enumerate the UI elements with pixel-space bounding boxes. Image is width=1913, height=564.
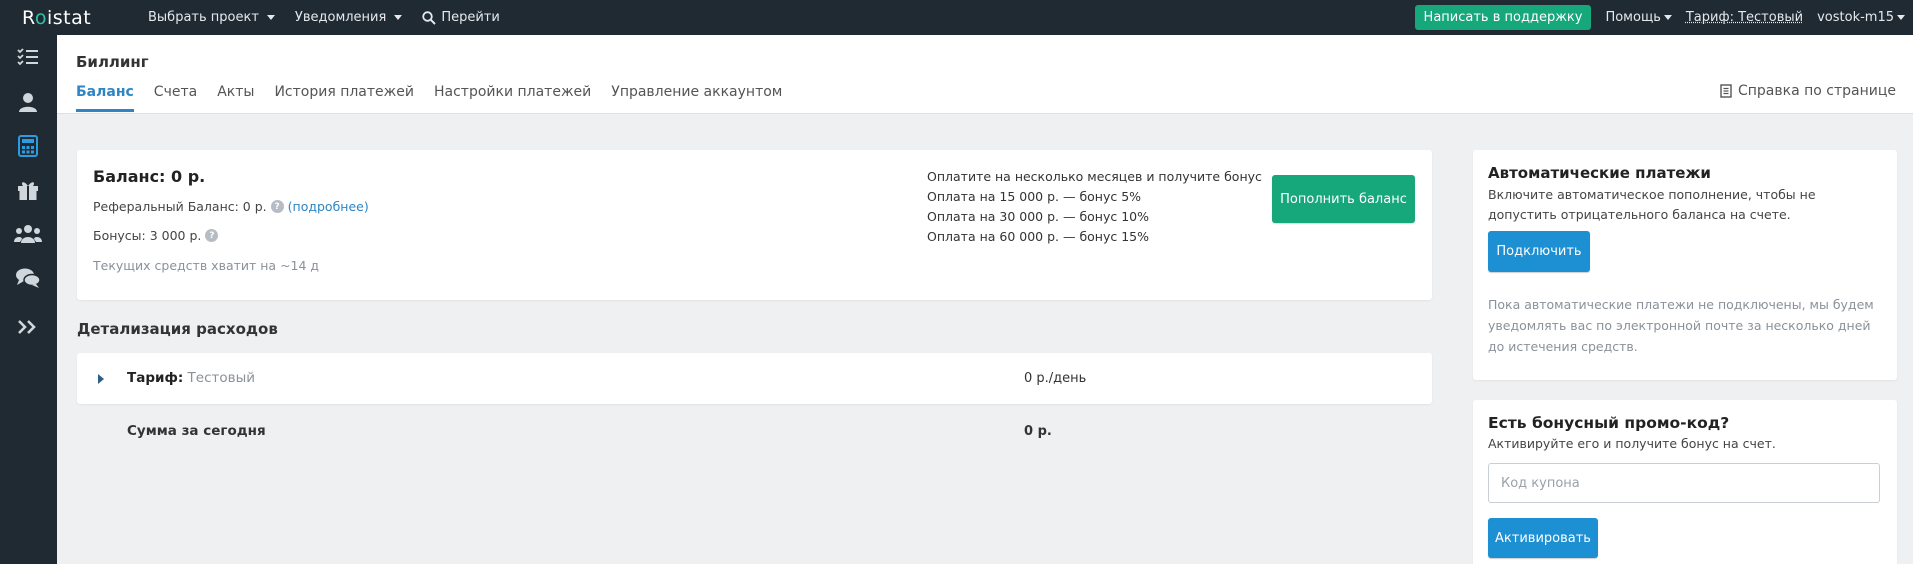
auto-payments-description: Включите автоматическое пополнение, чтоб… [1488,187,1816,222]
promo-description: Активируйте его и получите бонус на счет… [1488,436,1776,451]
coupon-input[interactable] [1488,463,1880,503]
tab-payment-history[interactable]: История платежей [274,84,414,112]
goto-search[interactable]: Перейти [422,10,500,25]
referral-more-link[interactable]: (подробнее) [288,199,369,214]
chevron-down-icon [266,15,275,20]
tab-acts[interactable]: Акты [217,84,254,112]
help-icon[interactable]: ? [205,229,219,242]
activate-button[interactable]: Активировать [1488,518,1598,558]
chevron-down-icon [1663,15,1672,20]
support-button[interactable]: Написать в поддержку [1414,5,1592,30]
gift-icon[interactable] [14,176,42,204]
tasks-icon[interactable] [14,43,42,71]
promo-title: Есть бонусный промо-код? [1488,414,1730,432]
page-help-label: Справка по странице [1737,83,1896,99]
topup-balance-button[interactable]: Пополнить баланс [1272,175,1415,223]
bonus-offer: Оплатите на несколько месяцев и получите… [927,167,1262,247]
chat-icon[interactable] [14,264,42,292]
bonus-offer-line: Оплата на 60 000 р. — бонус 15% [927,229,1150,244]
user-name: vostok-m15 [1817,10,1894,25]
auto-payments-note: Пока автоматические платежи не подключен… [1488,297,1874,354]
tariff-value: Тестовый [187,370,256,386]
help-icon[interactable]: ? [270,200,284,213]
tab-account-management[interactable]: Управление аккаунтом [611,84,782,112]
notifications-label: Уведомления [294,10,387,25]
select-project-menu[interactable]: Выбрать проект [148,10,275,25]
bonus-offer-line: Оплатите на несколько месяцев и получите… [927,169,1262,184]
chevron-down-icon [1897,15,1905,20]
auto-payments-title: Автоматические платежи [1488,164,1711,182]
bonus-offer-line: Оплата на 30 000 р. — бонус 10% [927,209,1150,224]
chevron-down-icon [394,15,403,20]
expense-row-tariff: Тариф: Тестовый 0 р./день [77,353,1432,404]
balance-card: Баланс: 0 р. Реферальный Баланс: 0 р. ? … [77,150,1432,300]
expenses-title: Детализация расходов [77,320,278,338]
page-help-link[interactable]: Справка по странице [1720,83,1896,99]
sum-today-label: Сумма за сегодня [127,423,266,439]
search-icon [422,10,437,25]
tariff-link[interactable]: Тариф: Тестовый [1686,10,1803,25]
referral-balance-row: Реферальный Баланс: 0 р. ? (подробнее) [93,199,369,214]
user-menu[interactable]: vostok-m15 [1817,10,1905,25]
tariff-amount: 0 р./день [1024,371,1087,386]
logo[interactable]: Roistat [22,7,91,29]
top-nav: Выбрать проект Уведомления Перейти [148,10,500,25]
help-menu[interactable]: Помощь [1605,10,1672,25]
bonuses-label: Бонусы: 3 000 р. [93,228,202,243]
sidebar [0,35,57,564]
caret-right-icon[interactable] [98,374,104,384]
expand-icon[interactable] [14,313,42,341]
page-header: Биллинг Баланс Счета Акты История платеж… [57,35,1913,114]
connect-button[interactable]: Подключить [1488,231,1590,272]
select-project-label: Выбрать проект [148,10,259,25]
billing-tabs: Баланс Счета Акты История платежей Настр… [76,84,782,112]
users-icon[interactable] [14,220,42,248]
tab-invoices[interactable]: Счета [154,84,197,112]
notifications-menu[interactable]: Уведомления [294,10,403,25]
top-bar: Roistat Выбрать проект Уведомления Перей… [0,0,1913,35]
help-label: Помощь [1605,10,1661,25]
balance-title: Баланс: 0 р. [93,167,206,186]
tab-balance[interactable]: Баланс [76,84,134,112]
bonus-offer-line: Оплата на 15 000 р. — бонус 5% [927,189,1142,204]
book-icon [1720,84,1732,98]
promo-code-card: Есть бонусный промо-код? Активируйте его… [1473,400,1897,564]
goto-label: Перейти [441,10,500,25]
tab-payment-settings[interactable]: Настройки платежей [434,84,591,112]
bonuses-row: Бонусы: 3 000 р. ? [93,228,219,243]
user-icon[interactable] [14,88,42,116]
sum-today-amount: 0 р. [1024,424,1052,439]
top-right: Написать в поддержку Помощь Тариф: Тесто… [1414,5,1905,30]
referral-balance-label: Реферальный Баланс: 0 р. [93,199,267,214]
calculator-icon[interactable] [14,132,42,160]
page-title: Биллинг [76,53,149,71]
auto-payments-card: Автоматические платежи Включите автомати… [1473,150,1897,380]
tariff-label: Тариф: Тестовый [127,370,255,386]
tariff-key: Тариф: [127,370,184,386]
funds-runway: Текущих средств хватит на ~14 д [93,258,320,273]
